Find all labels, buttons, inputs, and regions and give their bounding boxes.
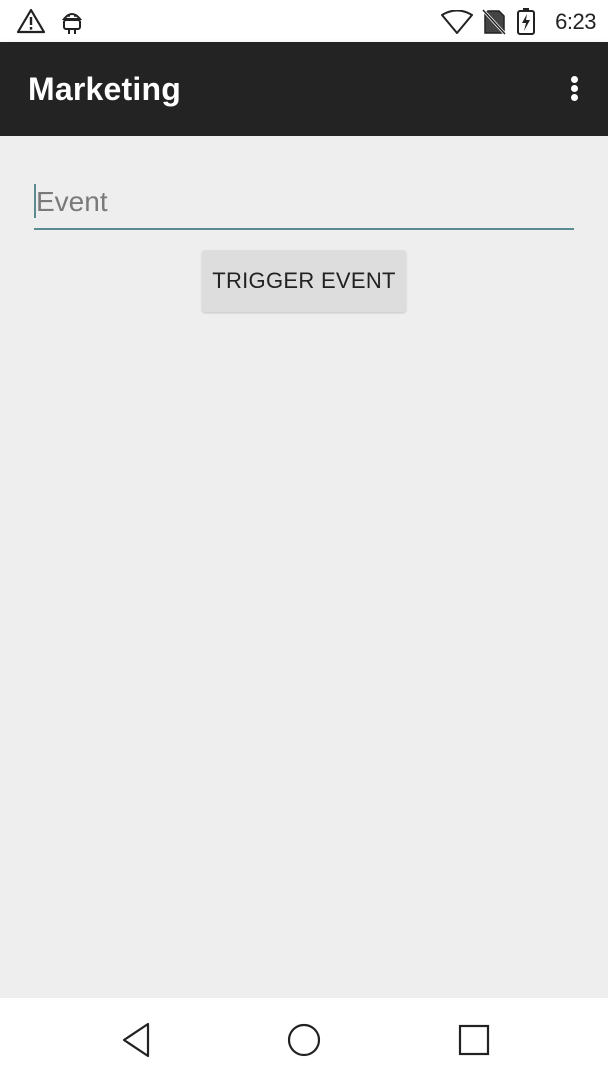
warning-icon — [16, 8, 46, 34]
trigger-event-button[interactable]: TRIGGER EVENT — [202, 250, 406, 312]
text-cursor — [34, 184, 36, 218]
more-vert-icon[interactable] — [560, 68, 590, 108]
status-time: 6:23 — [555, 9, 596, 34]
no-sim-icon — [482, 9, 506, 35]
app-bar: Marketing — [0, 42, 608, 136]
home-icon[interactable] — [282, 1018, 326, 1062]
wifi-icon — [441, 10, 473, 34]
android-debug-icon — [61, 13, 83, 34]
event-field[interactable] — [34, 180, 576, 230]
status-bar: 6:23 — [0, 0, 608, 42]
battery-charging-icon — [517, 8, 535, 35]
recents-icon[interactable] — [452, 1018, 496, 1062]
back-icon[interactable] — [116, 1018, 160, 1062]
app-title: Marketing — [28, 71, 181, 107]
navigation-bar — [0, 998, 608, 1080]
event-input[interactable] — [34, 180, 576, 224]
